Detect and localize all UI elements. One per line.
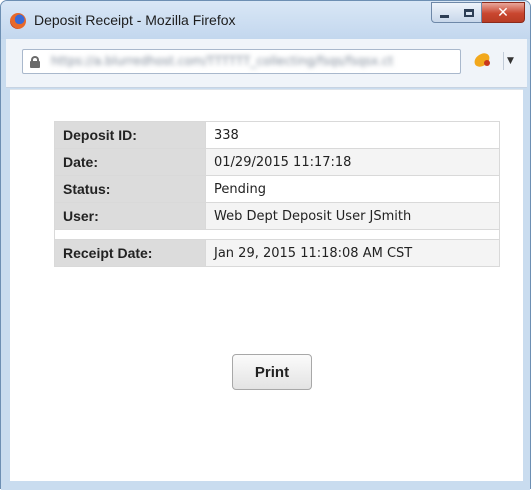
table-spacer-row xyxy=(54,229,500,240)
chevron-down-icon[interactable]: ▼ xyxy=(503,52,517,70)
address-bar[interactable]: https://a.blurredhost.com/TTTTTT_collect… xyxy=(22,49,461,74)
receipt-label: Date: xyxy=(54,148,206,176)
browser-window: Deposit Receipt - Mozilla Firefox ✕ http… xyxy=(0,0,531,490)
receipt-value: Web Dept Deposit User JSmith xyxy=(205,202,500,230)
spacer-cell xyxy=(54,229,500,240)
receipt-label: User: xyxy=(54,202,206,230)
minimize-button[interactable] xyxy=(431,2,457,23)
receipt-label: Deposit ID: xyxy=(54,121,206,149)
table-row: User: Web Dept Deposit User JSmith xyxy=(54,202,500,230)
receipt-value: Pending xyxy=(205,175,500,203)
table-row: Date: 01/29/2015 11:17:18 xyxy=(54,148,500,176)
page-content: Deposit ID: 338 Date: 01/29/2015 11:17:1… xyxy=(10,89,523,481)
receipt-value: 01/29/2015 11:17:18 xyxy=(205,148,500,176)
lock-icon xyxy=(30,56,40,68)
receipt-value: Jan 29, 2015 11:18:08 AM CST xyxy=(205,239,500,267)
navigation-toolbar: https://a.blurredhost.com/TTTTTT_collect… xyxy=(6,39,527,88)
table-row: Receipt Date: Jan 29, 2015 11:18:08 AM C… xyxy=(54,239,500,267)
print-button[interactable]: Print xyxy=(232,354,312,390)
title-bar[interactable]: Deposit Receipt - Mozilla Firefox ✕ xyxy=(1,1,530,39)
addon-icon[interactable] xyxy=(472,51,494,70)
receipt-label: Receipt Date: xyxy=(54,239,206,267)
table-row: Status: Pending xyxy=(54,175,500,203)
window-title: Deposit Receipt - Mozilla Firefox xyxy=(34,12,236,28)
maximize-icon xyxy=(463,8,474,17)
table-row: Deposit ID: 338 xyxy=(54,121,500,149)
receipt-label: Status: xyxy=(54,175,206,203)
close-button[interactable]: ✕ xyxy=(482,2,525,23)
firefox-icon xyxy=(10,13,26,29)
close-icon: ✕ xyxy=(497,4,509,21)
receipt-table: Deposit ID: 338 Date: 01/29/2015 11:17:1… xyxy=(54,121,500,267)
receipt-value: 338 xyxy=(205,121,500,149)
url-text[interactable]: https://a.blurredhost.com/TTTTTT_collect… xyxy=(51,54,451,68)
minimize-icon xyxy=(439,15,449,18)
maximize-button[interactable] xyxy=(456,2,482,23)
